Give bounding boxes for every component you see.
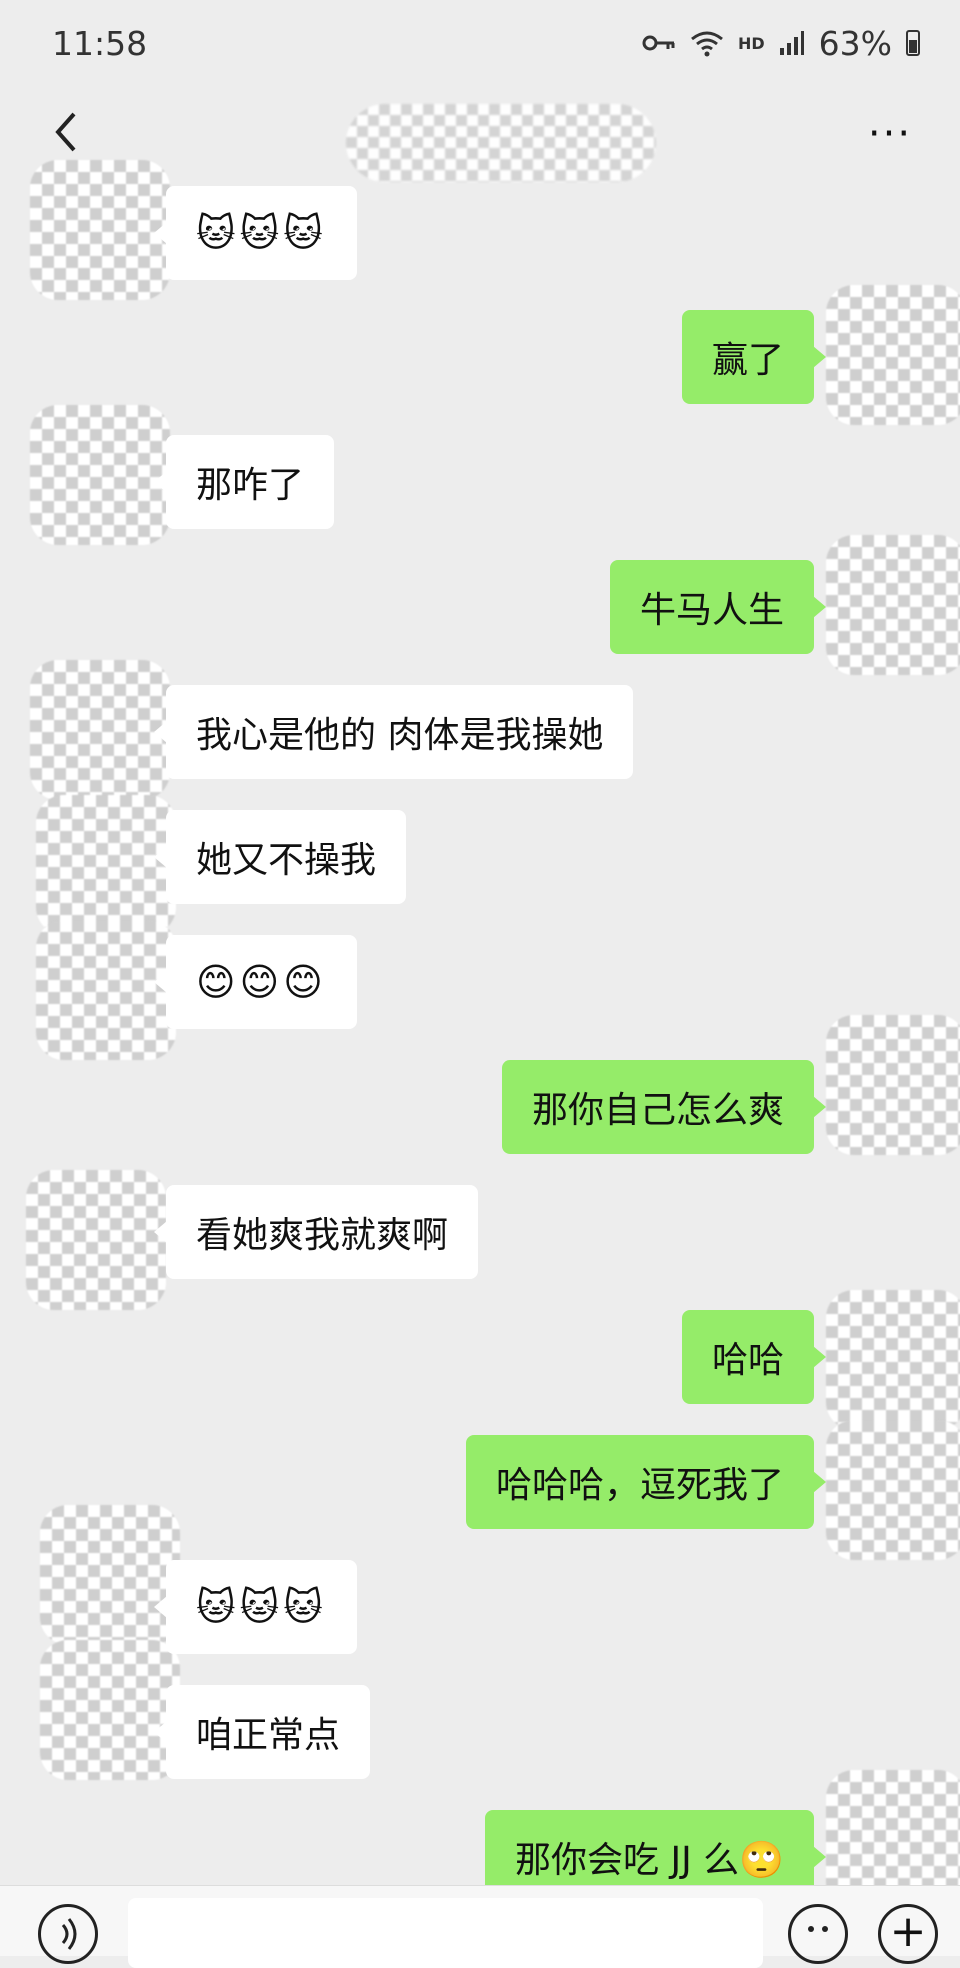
status-icons: HD 63% (642, 24, 920, 63)
key-icon (642, 33, 676, 53)
message-bubble-incoming[interactable]: 🐱🐱🐱 (154, 1560, 357, 1654)
avatar[interactable] (826, 285, 960, 425)
avatar[interactable] (30, 660, 170, 800)
plus-button[interactable]: + (878, 1904, 938, 1964)
message-bubble-incoming[interactable]: 那咋了 (153, 435, 335, 529)
message-bubble-incoming[interactable]: 咱正常点 (153, 1685, 371, 1779)
message-bubble-outgoing[interactable]: 牛马人生 (609, 560, 827, 654)
input-bar: + (0, 1885, 960, 1968)
message-bubble-incoming[interactable]: 看她爽我就爽啊 (153, 1185, 479, 1279)
chat-title-redacted (346, 104, 656, 182)
voice-button[interactable] (38, 1904, 98, 1964)
avatar[interactable] (826, 1015, 960, 1155)
avatar[interactable] (826, 1420, 960, 1560)
avatar[interactable] (26, 1170, 166, 1310)
avatar[interactable] (30, 160, 170, 300)
message-bubble-outgoing[interactable]: 赢了 (681, 310, 827, 404)
chevron-left-icon (55, 112, 76, 152)
network-label: HD (737, 33, 765, 53)
signal-icon (779, 30, 805, 56)
avatar[interactable] (40, 1640, 180, 1780)
message-bubble-outgoing[interactable]: 哈哈哈，逗死我了 (465, 1435, 827, 1529)
status-time: 11:58 (52, 23, 148, 63)
plus-icon: + (889, 1906, 927, 1957)
message-bubble-outgoing[interactable]: 那你自己怎么爽 (501, 1060, 827, 1154)
wifi-icon (690, 29, 724, 57)
battery-percent: 63% (818, 23, 892, 63)
message-bubble-outgoing[interactable]: 哈哈 (681, 1310, 827, 1404)
more-dots-icon: ··· (867, 111, 913, 157)
avatar[interactable] (826, 535, 960, 675)
back-button[interactable] (46, 104, 86, 160)
avatar[interactable] (30, 405, 170, 545)
voice-icon (61, 1918, 77, 1950)
message-bubble-incoming[interactable]: 我心是他的 肉体是我操她 (153, 685, 634, 779)
avatar[interactable] (826, 1290, 960, 1430)
more-button[interactable]: ··· (860, 111, 920, 157)
status-bar: 11:58 HD 63% (0, 0, 960, 86)
emoji-button[interactable] (788, 1904, 848, 1964)
message-bubble-incoming[interactable]: 🐱🐱🐱 (154, 186, 357, 280)
emoji-icon (808, 1926, 828, 1932)
message-bubble-incoming[interactable]: 😊😊😊 (154, 935, 357, 1029)
message-bubble-incoming[interactable]: 她又不操我 (153, 810, 407, 904)
message-input[interactable] (128, 1898, 763, 1968)
battery-icon (906, 30, 920, 56)
avatar[interactable] (40, 1505, 180, 1645)
